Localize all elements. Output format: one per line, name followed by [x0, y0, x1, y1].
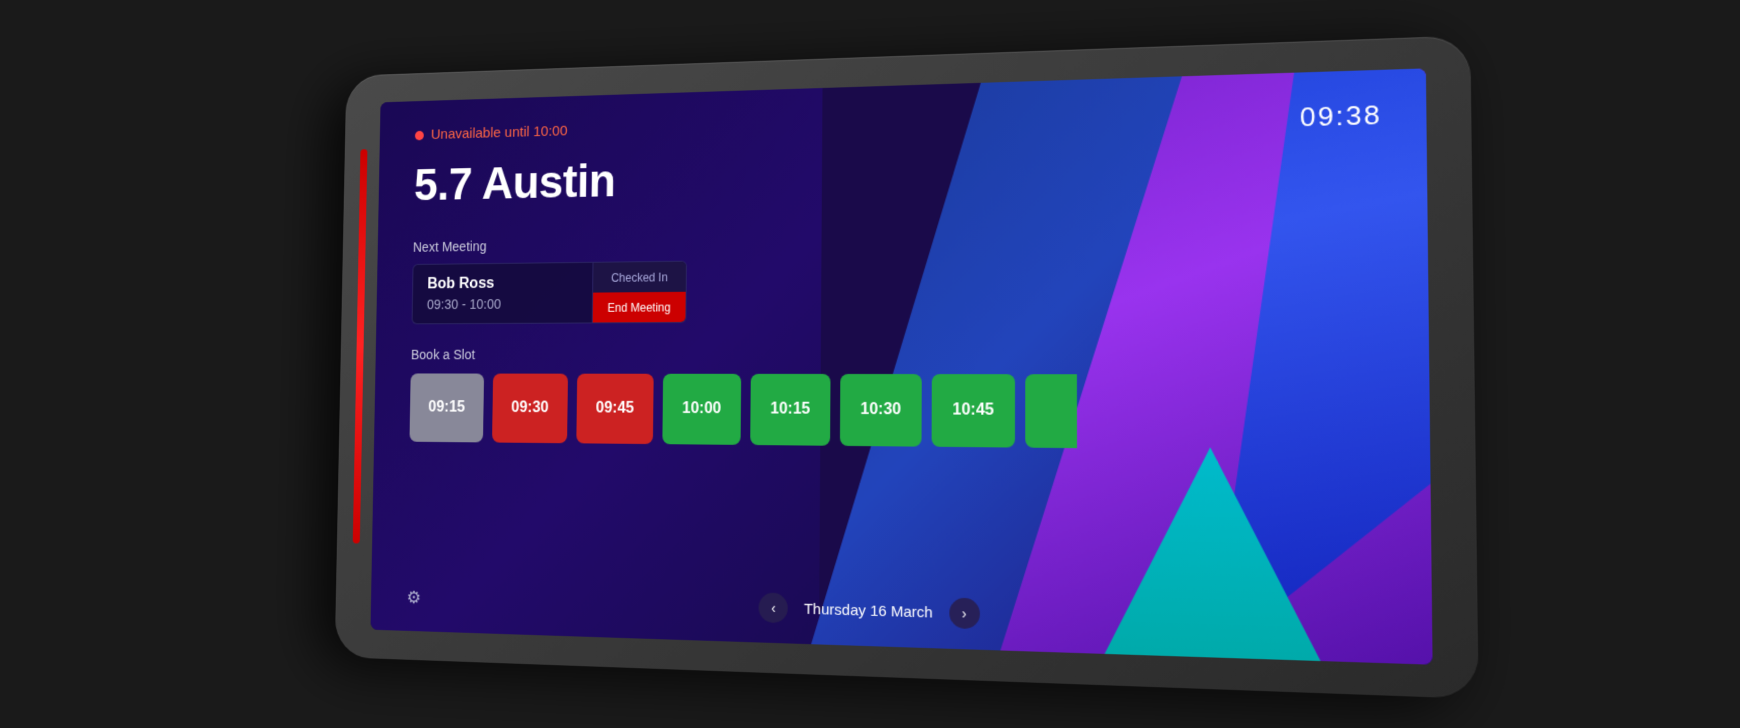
meeting-info: Bob Ross 09:30 - 10:00 — [412, 263, 592, 324]
date-nav: ‹ Thursday 16 March › — [759, 592, 980, 629]
meeting-card: Bob Ross 09:30 - 10:00 Checked In End Me… — [412, 261, 687, 325]
tablet-frame: Unavailable until 10:00 09:38 5.7 Austin… — [335, 35, 1479, 699]
meeting-name: Bob Ross — [427, 274, 577, 293]
slot-button-1045[interactable]: 10:45 — [932, 374, 1015, 447]
slot-button-0930[interactable]: 09:30 — [492, 374, 568, 444]
slot-button-partial[interactable] — [1025, 374, 1077, 448]
status-dot — [415, 130, 424, 140]
book-slot-label: Book a Slot — [411, 345, 1385, 362]
date-text: Thursday 16 March — [804, 600, 933, 621]
screen: Unavailable until 10:00 09:38 5.7 Austin… — [370, 68, 1432, 664]
slot-button-0945[interactable]: 09:45 — [576, 374, 653, 444]
next-meeting-label: Next Meeting — [413, 225, 1383, 255]
slot-row: 09:15 09:30 09:45 10:00 10:15 10:30 10:4… — [409, 373, 1385, 451]
slot-button-1030[interactable]: 10:30 — [840, 374, 922, 447]
slot-button-1000[interactable]: 10:00 — [662, 374, 741, 445]
prev-date-button[interactable]: ‹ — [759, 592, 788, 623]
slot-button-1015[interactable]: 10:15 — [750, 374, 830, 446]
meeting-actions: Checked In End Meeting — [592, 262, 686, 323]
status-text: Unavailable until 10:00 — [431, 123, 568, 143]
checked-in-badge: Checked In — [593, 262, 686, 293]
time-display: 09:38 — [1300, 99, 1382, 133]
next-date-button[interactable]: › — [949, 598, 980, 630]
screen-content: Unavailable until 10:00 09:38 5.7 Austin… — [370, 68, 1432, 664]
bottom-bar: ⚙ ‹ Thursday 16 March › — [406, 583, 1387, 642]
red-strip — [353, 149, 368, 543]
status-unavailable: Unavailable until 10:00 — [415, 123, 568, 143]
device-wrapper: Unavailable until 10:00 09:38 5.7 Austin… — [270, 34, 1470, 694]
meeting-time: 09:30 - 10:00 — [427, 296, 577, 312]
slot-button-0915[interactable]: 09:15 — [409, 373, 484, 442]
end-meeting-button[interactable]: End Meeting — [593, 292, 686, 323]
settings-icon[interactable]: ⚙ — [406, 587, 421, 608]
